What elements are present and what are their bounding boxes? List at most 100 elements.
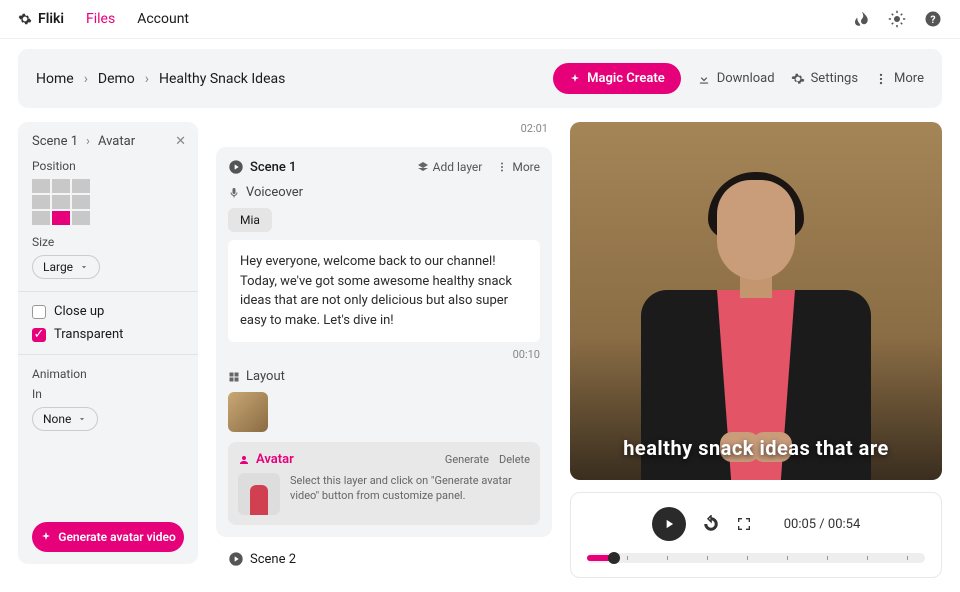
position-cell[interactable] <box>52 195 70 209</box>
position-cell-selected[interactable] <box>52 211 70 225</box>
top-nav-right: ? <box>852 10 942 28</box>
scene-more-button[interactable]: More <box>496 160 540 174</box>
scene1-card: Scene 1 Add layer More Voiceover M <box>216 147 552 537</box>
panel-crumb-avatar: Avatar <box>98 134 135 149</box>
download-icon <box>697 72 711 86</box>
size-label: Size <box>32 235 184 249</box>
position-cell[interactable] <box>32 179 50 193</box>
script-text[interactable]: Hey everyone, welcome back to our channe… <box>228 240 540 342</box>
breadcrumb: Home › Demo › Healthy Snack Ideas <box>36 71 285 87</box>
magic-create-label: Magic Create <box>587 71 665 86</box>
position-cell[interactable] <box>52 179 70 193</box>
divider <box>18 354 198 355</box>
position-cell[interactable] <box>72 179 90 193</box>
header-bar: Home › Demo › Healthy Snack Ideas Magic … <box>18 49 942 108</box>
more-button[interactable]: More <box>874 71 924 86</box>
brand[interactable]: Fliki <box>18 11 64 27</box>
restart-button[interactable] <box>702 515 720 533</box>
fullscreen-button[interactable] <box>736 516 752 532</box>
top-nav-left: Fliki Files Account <box>18 11 189 27</box>
avatar-actions: Generate Delete <box>445 453 530 466</box>
divider <box>18 291 198 292</box>
gear-icon <box>791 72 805 86</box>
chevron-icon: › <box>84 71 88 87</box>
theme-icon[interactable] <box>888 10 906 28</box>
mic-icon <box>228 187 240 199</box>
nav-files[interactable]: Files <box>86 11 115 27</box>
progress-thumb[interactable] <box>608 552 620 564</box>
avatar-thumbnail[interactable] <box>238 473 280 515</box>
clip-duration: 00:10 <box>228 348 540 361</box>
gear-icon <box>18 12 32 26</box>
timecode: 00:05 / 00:54 <box>784 517 861 532</box>
crumb-home[interactable]: Home <box>36 71 74 87</box>
fullscreen-icon <box>736 516 752 532</box>
video-player: 00:05 / 00:54 <box>570 492 942 578</box>
play-icon <box>662 517 676 531</box>
layout-label: Layout <box>246 369 285 384</box>
position-cell[interactable] <box>72 211 90 225</box>
transparent-label: Transparent <box>54 327 123 342</box>
scene-title-wrap: Scene 1 <box>228 159 296 175</box>
avatar-illustration <box>626 150 886 480</box>
magic-create-button[interactable]: Magic Create <box>553 63 681 94</box>
play-circle-icon[interactable] <box>228 159 244 175</box>
transparent-checkbox[interactable]: ✓ Transparent <box>32 327 184 342</box>
position-grid <box>32 179 184 225</box>
more-vertical-icon <box>496 161 508 173</box>
video-preview[interactable]: healthy snack ideas that are <box>570 122 942 480</box>
top-nav: Fliki Files Account ? <box>0 0 960 39</box>
avatar-layer-header: Avatar Generate Delete <box>238 452 530 467</box>
play-circle-icon <box>228 551 244 567</box>
crumb-folder[interactable]: Demo <box>98 71 135 87</box>
avatar-hint: Select this layer and click on "Generate… <box>290 473 530 504</box>
generate-avatar-button[interactable]: Generate avatar video <box>32 522 184 552</box>
crumb-file[interactable]: Healthy Snack Ideas <box>159 71 285 87</box>
download-label: Download <box>717 71 775 86</box>
main-area: Scene 1 › Avatar ✕ Position Size Large C… <box>0 108 960 592</box>
avatar-layer-title: Avatar <box>238 452 294 467</box>
scene-actions: Add layer More <box>417 160 540 174</box>
progress-bar[interactable] <box>587 553 925 563</box>
panel-crumb-scene[interactable]: Scene 1 <box>32 134 78 149</box>
brand-label: Fliki <box>38 11 64 27</box>
layout-thumbnail[interactable] <box>228 392 268 432</box>
animation-in-value: None <box>43 412 71 426</box>
close-icon[interactable]: ✕ <box>175 134 186 149</box>
position-cell[interactable] <box>72 195 90 209</box>
voice-chip[interactable]: Mia <box>228 208 272 232</box>
more-label: More <box>894 71 924 86</box>
more-vertical-icon <box>874 72 888 86</box>
animation-in-select[interactable]: None <box>32 407 98 431</box>
layout-row: Layout <box>228 369 540 384</box>
fire-icon[interactable] <box>852 10 870 28</box>
nav-account[interactable]: Account <box>137 11 189 27</box>
avatar-body: Select this layer and click on "Generate… <box>238 473 530 515</box>
scene-more-label: More <box>512 160 540 174</box>
sparkle-icon <box>569 73 581 85</box>
play-button[interactable] <box>652 507 686 541</box>
preview-caption: healthy snack ideas that are <box>570 436 942 460</box>
chevron-icon: › <box>86 134 90 149</box>
scene2-header[interactable]: Scene 2 <box>216 549 552 567</box>
in-label: In <box>32 387 184 401</box>
voiceover-label: Voiceover <box>246 185 303 200</box>
closeup-checkbox[interactable]: Close up <box>32 304 184 319</box>
help-icon[interactable]: ? <box>924 10 942 28</box>
settings-button[interactable]: Settings <box>791 71 858 86</box>
animation-label: Animation <box>32 367 184 381</box>
position-cell[interactable] <box>32 211 50 225</box>
size-value: Large <box>43 260 73 274</box>
checkbox-icon <box>32 305 46 319</box>
download-button[interactable]: Download <box>697 71 775 86</box>
chevron-down-icon <box>77 414 87 424</box>
add-layer-button[interactable]: Add layer <box>417 160 483 174</box>
size-select[interactable]: Large <box>32 255 100 279</box>
avatar-generate-button[interactable]: Generate <box>445 453 489 466</box>
add-layer-label: Add layer <box>433 160 483 174</box>
generate-avatar-label: Generate avatar video <box>58 530 175 544</box>
avatar-layer[interactable]: Avatar Generate Delete Select this layer… <box>228 442 540 525</box>
avatar-delete-button[interactable]: Delete <box>499 453 530 466</box>
position-cell[interactable] <box>32 195 50 209</box>
scene1-title: Scene 1 <box>250 160 296 175</box>
